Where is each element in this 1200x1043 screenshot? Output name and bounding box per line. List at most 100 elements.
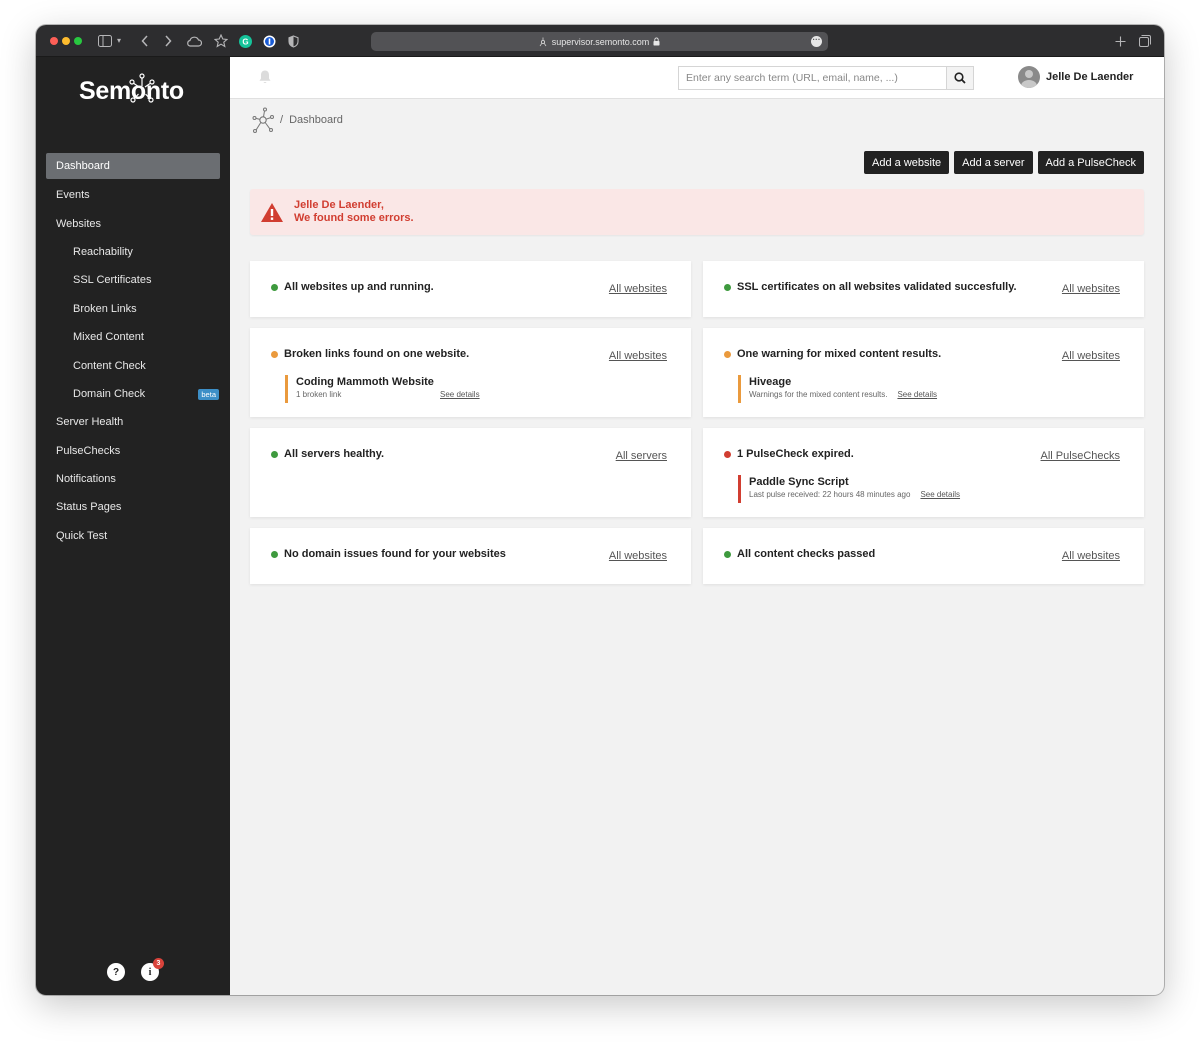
info-button[interactable]: i 3 [141,958,164,981]
home-network-icon[interactable] [252,107,274,133]
add-server-button[interactable]: Add a server [954,151,1033,174]
item-description: Last pulse received: 22 hours 48 minutes… [749,490,911,499]
search-bar [678,66,974,90]
sidebar-nav: Dashboard Events Websites Reachability S… [46,153,220,550]
user-menu[interactable]: Jelle De Laender [1018,66,1133,88]
item-description: Warnings for the mixed content results. [749,390,888,399]
sidebar-toggle-icon[interactable]: ▾ [98,33,121,49]
sidebar-item-server-health[interactable]: Server Health [46,408,220,436]
item-description-row: Last pulse received: 22 hours 48 minutes… [749,489,960,501]
sidebar-item-label: Events [56,189,90,202]
forward-icon[interactable] [164,33,172,49]
sidebar-item-mixed-content[interactable]: Mixed Content [46,323,220,351]
sidebar-item-content-check[interactable]: Content Check [46,351,220,379]
all-websites-link[interactable]: All websites [609,350,667,362]
status-ok-dot [271,550,278,558]
sidebar: Semonto Dashboard Events Websites Reacha… [36,57,230,995]
breadcrumb-current: Dashboard [289,114,343,126]
search-button[interactable] [946,67,973,89]
see-details-link[interactable]: See details [440,389,480,401]
minimize-window-button[interactable] [62,37,70,45]
alert-greeting: Jelle De Laender, [294,199,384,211]
item-description: 1 broken link [296,390,342,399]
site-favicon-icon [539,37,547,46]
all-websites-link[interactable]: All websites [609,283,667,295]
sidebar-item-notifications[interactable]: Notifications [46,465,220,493]
close-window-button[interactable] [50,37,58,45]
more-options-icon[interactable]: ··· [811,36,822,47]
sidebar-item-websites[interactable]: Websites [46,209,220,237]
all-websites-link[interactable]: All websites [609,550,667,562]
card-status: All servers healthy. [284,448,385,460]
status-warning-dot [724,350,731,358]
svg-text:G: G [242,37,248,46]
sidebar-item-broken-links[interactable]: Broken Links [46,295,220,323]
item-title: Paddle Sync Script [749,476,849,488]
error-alert: Jelle De Laender, We found some errors. [250,189,1144,235]
sidebar-item-ssl-certificates[interactable]: SSL Certificates [46,266,220,294]
main-content: / Dashboard Add a website Add a server A… [230,99,1164,995]
card-header: SSL certificates on all websites validat… [724,281,1017,293]
item-description-row: 1 broken link See details [296,389,480,401]
sidebar-item-reachability[interactable]: Reachability [46,238,220,266]
warning-triangle-icon [261,202,283,222]
pulsecheck-card: 1 PulseCheck expired. All PulseChecks Pa… [703,428,1144,517]
card-header: Broken links found on one website. [271,348,469,360]
new-tab-icon[interactable] [1115,33,1126,49]
grammarly-extension-icon[interactable]: G [239,33,252,49]
sidebar-item-label: Status Pages [56,501,122,514]
status-warning-dot [271,350,278,358]
info-count-badge: 3 [153,958,164,969]
card-status: All content checks passed [737,548,876,560]
all-pulsechecks-link[interactable]: All PulseChecks [1041,450,1120,462]
card-status: 1 PulseCheck expired. [737,448,854,460]
help-button[interactable]: ? [107,963,125,981]
content-checks-card: All content checks passed All websites [703,528,1144,584]
password-manager-extension-icon[interactable] [263,33,276,49]
all-websites-link[interactable]: All websites [1062,550,1120,562]
see-details-link[interactable]: See details [897,389,937,401]
item-title: Hiveage [749,376,792,388]
cloud-icon[interactable] [186,33,202,49]
browser-window: ▾ G supervisor.semonto.com ··· Semonto D… [36,25,1164,995]
maximize-window-button[interactable] [74,37,82,45]
search-input[interactable] [679,67,946,89]
card-status: All websites up and running. [284,281,434,293]
mixed-content-card: One warning for mixed content results. A… [703,328,1144,417]
semonto-logo[interactable]: Semonto [79,71,189,111]
sidebar-item-status-pages[interactable]: Status Pages [46,493,220,521]
sidebar-item-events[interactable]: Events [46,181,220,209]
sidebar-item-label: Broken Links [73,302,137,315]
broken-links-card: Broken links found on one website. All w… [250,328,691,417]
domain-card: No domain issues found for your websites… [250,528,691,584]
status-ok-dot [271,283,278,291]
all-websites-link[interactable]: All websites [1062,350,1120,362]
sidebar-item-quick-test[interactable]: Quick Test [46,522,220,550]
all-servers-link[interactable]: All servers [616,450,667,462]
sidebar-footer: ? i 3 [107,958,164,981]
bell-icon[interactable] [258,69,272,90]
all-websites-link[interactable]: All websites [1062,283,1120,295]
beta-badge: beta [198,388,219,400]
search-icon [954,72,966,84]
address-bar[interactable]: supervisor.semonto.com ··· [371,32,828,51]
add-pulsecheck-button[interactable]: Add a PulseCheck [1037,151,1144,174]
card-header: 1 PulseCheck expired. [724,448,854,460]
pulsecheck-item: Paddle Sync Script Last pulse received: … [738,475,960,503]
card-status: One warning for mixed content results. [737,348,942,360]
add-website-button[interactable]: Add a website [864,151,950,174]
sidebar-item-pulsechecks[interactable]: PulseChecks [46,437,220,465]
back-icon[interactable] [141,33,149,49]
top-bar: Jelle De Laender [230,57,1164,99]
sidebar-item-label: Dashboard [56,160,110,172]
tab-overview-icon[interactable] [1139,33,1151,49]
sidebar-item-domain-check[interactable]: Domain Check beta [46,380,220,408]
sidebar-item-label: Notifications [56,473,116,486]
see-details-link[interactable]: See details [920,489,960,501]
card-header: All websites up and running. [271,281,434,293]
shield-extension-icon[interactable] [288,33,299,49]
card-header: No domain issues found for your websites [271,548,506,560]
bookmark-star-icon[interactable] [214,33,228,49]
card-header: One warning for mixed content results. [724,348,941,360]
sidebar-item-dashboard[interactable]: Dashboard [46,153,220,179]
